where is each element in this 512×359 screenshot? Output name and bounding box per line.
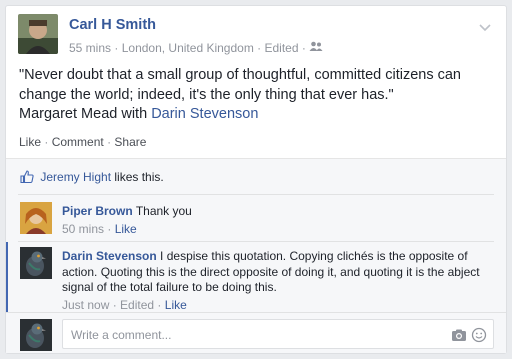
comment-time[interactable]: 50 mins [62, 222, 104, 236]
comment-like-link[interactable]: Like [165, 298, 187, 312]
post-actions: Like · Comment · Share [19, 135, 147, 149]
camera-icon[interactable] [451, 327, 467, 343]
commenter-avatar[interactable] [20, 202, 52, 234]
like-link[interactable]: Like [19, 135, 41, 149]
comment-composer[interactable]: Write a comment... [62, 319, 494, 349]
thumbs-up-icon [20, 170, 34, 184]
comment-like-link[interactable]: Like [115, 222, 137, 236]
comments-section: Jeremy Hight likes this. Piper Brown Tha… [6, 158, 506, 353]
post-attribution-line: Margaret Mead with Darin Stevenson [19, 105, 494, 125]
author-avatar[interactable] [18, 14, 58, 54]
post-card: Carl H Smith 55 mins · London, United Ki… [5, 5, 507, 354]
tagged-person[interactable]: Darin Stevenson [151, 106, 258, 122]
friends-icon[interactable] [309, 41, 323, 55]
comment-link[interactable]: Comment [52, 135, 104, 149]
post-time[interactable]: 55 mins [69, 41, 111, 55]
comment-meta: Just now · Edited · Like [62, 297, 187, 312]
comment-item: Darin Stevenson I despise this quotation… [20, 247, 494, 312]
emoji-icon[interactable] [471, 327, 487, 343]
comment-edited[interactable]: Edited [120, 298, 154, 312]
comment-input-placeholder[interactable]: Write a comment... [71, 328, 171, 342]
with-word: with [121, 106, 148, 122]
comment-content: Piper Brown Thank you 50 mins · Like [62, 204, 494, 237]
commenter-name[interactable]: Piper Brown [62, 204, 133, 218]
comment-meta: 50 mins · Like [62, 221, 137, 236]
share-link[interactable]: Share [114, 135, 146, 149]
divider [18, 194, 494, 195]
comment-time[interactable]: Just now [62, 298, 109, 312]
comment-content: Darin Stevenson I despise this quotation… [62, 249, 494, 313]
comment-text: Thank you [135, 204, 192, 218]
post-meta: 55 mins · London, United Kingdom · Edite… [69, 40, 323, 55]
attribution-author: Margaret Mead [19, 106, 118, 122]
new-comment-highlight [6, 242, 8, 312]
liker-name[interactable]: Jeremy Hight [40, 170, 111, 184]
divider [18, 241, 494, 242]
likes-suffix: likes this. [114, 170, 164, 184]
commenter-avatar[interactable] [20, 247, 52, 279]
chevron-down-icon[interactable] [478, 20, 492, 34]
post-quote: "Never doubt that a small group of thoug… [19, 67, 461, 103]
author-name[interactable]: Carl H Smith [69, 17, 156, 33]
viewer-avatar[interactable] [20, 319, 52, 351]
post-location[interactable]: London, United Kingdom [122, 41, 254, 55]
comment-item: Piper Brown Thank you 50 mins · Like [20, 202, 494, 240]
post-header: Carl H Smith 55 mins · London, United Ki… [18, 14, 496, 60]
post-body: "Never doubt that a small group of thoug… [19, 66, 494, 125]
divider [6, 312, 506, 313]
commenter-name[interactable]: Darin Stevenson [62, 249, 157, 263]
post-edited[interactable]: Edited [265, 41, 299, 55]
likes-summary: Jeremy Hight likes this. [20, 170, 164, 184]
